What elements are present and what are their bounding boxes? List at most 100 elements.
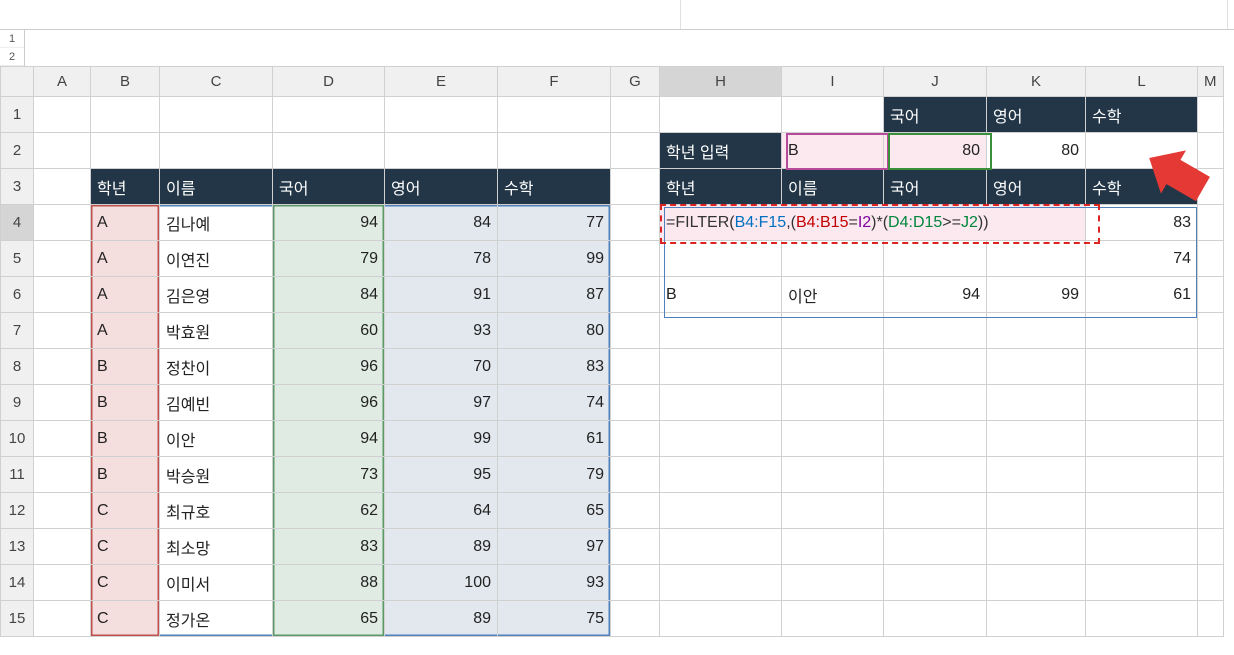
cell-L13[interactable] bbox=[1086, 529, 1198, 565]
cell-B13[interactable]: C bbox=[91, 529, 160, 565]
cell-G5[interactable] bbox=[611, 241, 660, 277]
col-header-J[interactable]: J bbox=[884, 67, 987, 97]
cell-J11[interactable] bbox=[884, 457, 987, 493]
cell-B11[interactable]: B bbox=[91, 457, 160, 493]
cell-H4-formula[interactable]: =FILTER(B4:F15,(B4:B15=I2)*(D4:D15>=J2)) bbox=[660, 205, 1086, 241]
cell-G15[interactable] bbox=[611, 601, 660, 637]
cell-H13[interactable] bbox=[660, 529, 782, 565]
cell-D14[interactable]: 88 bbox=[273, 565, 385, 601]
cell-K15[interactable] bbox=[987, 601, 1086, 637]
cell-H2[interactable]: 학년 입력 bbox=[660, 133, 782, 169]
cell-B6[interactable]: A bbox=[91, 277, 160, 313]
cell-B15[interactable]: C bbox=[91, 601, 160, 637]
cell-D15[interactable]: 65 bbox=[273, 601, 385, 637]
col-header-C[interactable]: C bbox=[160, 67, 273, 97]
cell-A5[interactable] bbox=[34, 241, 91, 277]
cell-M7[interactable] bbox=[1198, 313, 1224, 349]
cell-D6[interactable]: 84 bbox=[273, 277, 385, 313]
cell-B3[interactable]: 학년 bbox=[91, 169, 160, 205]
cell-C4[interactable]: 김나예 bbox=[160, 205, 273, 241]
cell-F11[interactable]: 79 bbox=[498, 457, 611, 493]
cell-K1[interactable]: 영어 bbox=[987, 97, 1086, 133]
cell-L10[interactable] bbox=[1086, 421, 1198, 457]
row-header-6[interactable]: 6 bbox=[1, 277, 34, 313]
cell-C10[interactable]: 이안 bbox=[160, 421, 273, 457]
cell-D1[interactable] bbox=[273, 97, 385, 133]
row-header-10[interactable]: 10 bbox=[1, 421, 34, 457]
row-header-4[interactable]: 4 bbox=[1, 205, 34, 241]
cell-J7[interactable] bbox=[884, 313, 987, 349]
cell-E9[interactable]: 97 bbox=[385, 385, 498, 421]
cell-E10[interactable]: 99 bbox=[385, 421, 498, 457]
cell-A2[interactable] bbox=[34, 133, 91, 169]
cell-B8[interactable]: B bbox=[91, 349, 160, 385]
cell-I7[interactable] bbox=[782, 313, 884, 349]
cell-M5[interactable] bbox=[1198, 241, 1224, 277]
cell-H10[interactable] bbox=[660, 421, 782, 457]
cell-H7[interactable] bbox=[660, 313, 782, 349]
row-header-12[interactable]: 12 bbox=[1, 493, 34, 529]
cell-D5[interactable]: 79 bbox=[273, 241, 385, 277]
cell-E11[interactable]: 95 bbox=[385, 457, 498, 493]
cell-E7[interactable]: 93 bbox=[385, 313, 498, 349]
cell-B5[interactable]: A bbox=[91, 241, 160, 277]
cell-A4[interactable] bbox=[34, 205, 91, 241]
cell-M1[interactable] bbox=[1198, 97, 1224, 133]
cell-G8[interactable] bbox=[611, 349, 660, 385]
cell-D13[interactable]: 83 bbox=[273, 529, 385, 565]
cell-H3[interactable]: 학년 bbox=[660, 169, 782, 205]
page-tab-2[interactable]: 2 bbox=[0, 48, 24, 66]
select-all-corner[interactable] bbox=[1, 67, 34, 97]
col-header-D[interactable]: D bbox=[273, 67, 385, 97]
cell-F15[interactable]: 75 bbox=[498, 601, 611, 637]
cell-G12[interactable] bbox=[611, 493, 660, 529]
cell-C5[interactable]: 이연진 bbox=[160, 241, 273, 277]
cell-L5[interactable]: 74 bbox=[1086, 241, 1198, 277]
col-header-L[interactable]: L bbox=[1086, 67, 1198, 97]
cell-I14[interactable] bbox=[782, 565, 884, 601]
cell-F9[interactable]: 74 bbox=[498, 385, 611, 421]
cell-F12[interactable]: 65 bbox=[498, 493, 611, 529]
cell-L12[interactable] bbox=[1086, 493, 1198, 529]
cell-A8[interactable] bbox=[34, 349, 91, 385]
row-header-11[interactable]: 11 bbox=[1, 457, 34, 493]
row-header-13[interactable]: 13 bbox=[1, 529, 34, 565]
cell-K13[interactable] bbox=[987, 529, 1086, 565]
cell-C1[interactable] bbox=[160, 97, 273, 133]
col-header-A[interactable]: A bbox=[34, 67, 91, 97]
cell-G2[interactable] bbox=[611, 133, 660, 169]
cell-M8[interactable] bbox=[1198, 349, 1224, 385]
cell-I9[interactable] bbox=[782, 385, 884, 421]
cell-J14[interactable] bbox=[884, 565, 987, 601]
row-header-14[interactable]: 14 bbox=[1, 565, 34, 601]
cell-E6[interactable]: 91 bbox=[385, 277, 498, 313]
cell-A15[interactable] bbox=[34, 601, 91, 637]
cell-H6[interactable]: B bbox=[660, 277, 782, 313]
cell-M12[interactable] bbox=[1198, 493, 1224, 529]
cell-K3[interactable]: 영어 bbox=[987, 169, 1086, 205]
cell-C12[interactable]: 최규호 bbox=[160, 493, 273, 529]
cell-C15[interactable]: 정가온 bbox=[160, 601, 273, 637]
cell-C9[interactable]: 김예빈 bbox=[160, 385, 273, 421]
cell-F10[interactable]: 61 bbox=[498, 421, 611, 457]
cell-G14[interactable] bbox=[611, 565, 660, 601]
cell-B2[interactable] bbox=[91, 133, 160, 169]
cell-D11[interactable]: 73 bbox=[273, 457, 385, 493]
cell-D3[interactable]: 국어 bbox=[273, 169, 385, 205]
cell-A11[interactable] bbox=[34, 457, 91, 493]
cell-D8[interactable]: 96 bbox=[273, 349, 385, 385]
cell-A6[interactable] bbox=[34, 277, 91, 313]
cell-B1[interactable] bbox=[91, 97, 160, 133]
cell-C14[interactable]: 이미서 bbox=[160, 565, 273, 601]
cell-K5[interactable] bbox=[987, 241, 1086, 277]
cell-I11[interactable] bbox=[782, 457, 884, 493]
cell-D10[interactable]: 94 bbox=[273, 421, 385, 457]
cell-I10[interactable] bbox=[782, 421, 884, 457]
cell-E8[interactable]: 70 bbox=[385, 349, 498, 385]
cell-G1[interactable] bbox=[611, 97, 660, 133]
cell-C6[interactable]: 김은영 bbox=[160, 277, 273, 313]
cell-H8[interactable] bbox=[660, 349, 782, 385]
cell-A10[interactable] bbox=[34, 421, 91, 457]
cell-G7[interactable] bbox=[611, 313, 660, 349]
cell-I3[interactable]: 이름 bbox=[782, 169, 884, 205]
